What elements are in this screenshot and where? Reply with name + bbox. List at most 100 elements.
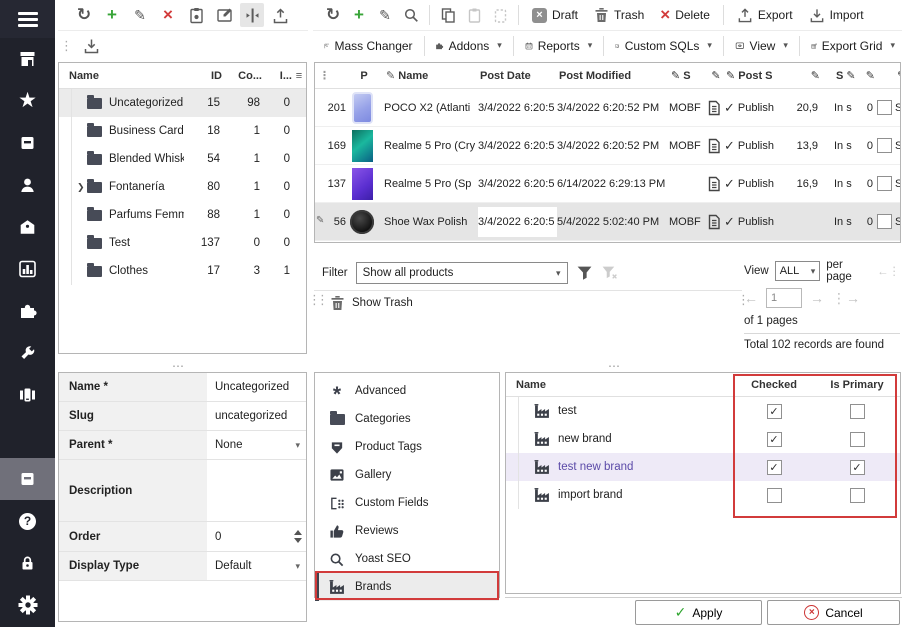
parent-select[interactable]: None▾ <box>207 431 306 459</box>
col-sh[interactable]: ✎ <box>897 69 900 82</box>
sidebar-item-favorites[interactable]: ★ <box>0 80 55 122</box>
clipboard-preview-button[interactable] <box>184 3 208 27</box>
brands-header[interactable]: Name Checked Is Primary <box>506 373 900 397</box>
tab-gallery[interactable]: Gallery <box>315 461 499 489</box>
primary-checkbox[interactable] <box>850 404 865 419</box>
apply-filter-icon[interactable] <box>576 265 593 281</box>
sidebar-item-store[interactable] <box>0 38 55 80</box>
tab-product-tags[interactable]: Product Tags <box>315 433 499 461</box>
col-qty[interactable]: ✎ <box>862 69 875 82</box>
sidebar-item-customers[interactable] <box>0 164 55 206</box>
col-count[interactable]: Co... <box>222 70 262 82</box>
row-checkbox[interactable] <box>877 100 892 115</box>
category-row[interactable]: Uncategorized 15980 <box>59 89 306 117</box>
custom-sqls-dropdown[interactable]: Custom SQLs▾ <box>608 34 719 58</box>
splitter-handle[interactable]: ⋯ <box>172 359 185 373</box>
sidebar-item-coupons[interactable] <box>0 206 55 248</box>
add-product-button[interactable]: + <box>347 3 371 27</box>
next-page-icon[interactable]: → <box>810 290 824 306</box>
primary-checkbox[interactable]: ✓ <box>850 460 865 475</box>
expand-icon[interactable]: ❯ <box>77 182 87 193</box>
tab-reviews[interactable]: Reviews <box>315 517 499 545</box>
category-row[interactable]: Parfums Femme 8810 <box>59 201 306 229</box>
sort-icon[interactable]: ≡ <box>292 70 306 82</box>
product-row[interactable]: 201 POCO X2 (Atlanti 3/4/2022 6:20:5 3/4… <box>315 89 900 127</box>
name-field[interactable]: Uncategorized <box>207 373 306 401</box>
addons-dropdown[interactable]: Addons▾ <box>428 34 508 58</box>
category-row[interactable]: Business Cards 1810 <box>59 117 306 145</box>
reports-dropdown[interactable]: Reports▾ <box>518 34 600 58</box>
col-sku[interactable]: ✎ S <box>671 69 706 82</box>
row-checkbox[interactable] <box>877 214 892 229</box>
checked-checkbox[interactable]: ✓ <box>767 460 782 475</box>
brand-row-selected[interactable]: test new brand ✓ ✓ <box>506 453 900 481</box>
apply-button[interactable]: ✓ Apply <box>635 600 762 625</box>
export-button[interactable]: Export <box>730 3 800 27</box>
categories-header[interactable]: Name ID Co... I... ≡ <box>59 63 306 89</box>
split-view-button[interactable] <box>240 3 264 27</box>
tab-brands[interactable]: Brands <box>315 573 499 601</box>
refresh-button[interactable]: ↻ <box>72 3 96 27</box>
sidebar-item-addons[interactable] <box>0 290 55 332</box>
draft-button[interactable]: × Draft <box>525 3 585 27</box>
import-tray-button[interactable] <box>79 34 103 58</box>
slug-field[interactable]: uncategorized <box>207 402 306 430</box>
product-row-selected[interactable]: ✎ 56 Shoe Wax Polish 3/4/2022 6:20:5 5/4… <box>315 203 900 241</box>
search-button[interactable] <box>399 3 423 27</box>
edit-product-button[interactable]: ✎ <box>373 3 397 27</box>
prev-page-icon[interactable]: ← <box>744 290 758 306</box>
sidebar-item-tools[interactable] <box>0 332 55 374</box>
mass-changer-button[interactable]: * Mass Changer <box>317 34 420 58</box>
col-is-primary[interactable]: Is Primary <box>814 379 900 391</box>
sidebar-item-security[interactable] <box>0 542 55 584</box>
sidebar-item-devices[interactable] <box>0 374 55 416</box>
toolbar-drag-handle[interactable]: ⋮ <box>60 42 73 50</box>
add-category-button[interactable]: + <box>100 3 124 27</box>
sidebar-item-orders[interactable] <box>0 122 55 164</box>
sidebar-item-products[interactable] <box>0 458 55 500</box>
order-stepper[interactable]: 0 <box>207 522 306 551</box>
col-checked[interactable]: Checked <box>734 379 814 391</box>
category-row[interactable]: Clothes 1731 <box>59 257 306 285</box>
brand-row[interactable]: import brand <box>506 481 900 509</box>
paste-special-button[interactable] <box>488 3 512 27</box>
sidebar-item-reports[interactable] <box>0 248 55 290</box>
col-product-name[interactable]: ✎ Name <box>380 69 480 82</box>
col-post-date[interactable]: Post Date <box>480 70 559 82</box>
last-page-icon[interactable]: ⋮→ <box>832 290 860 307</box>
product-row[interactable]: 169 Realme 5 Pro (Cry 3/4/2022 6:20:5 3/… <box>315 127 900 165</box>
col-post-status[interactable]: ✎ Post S <box>726 69 790 82</box>
copy-button[interactable] <box>436 3 460 27</box>
description-field[interactable] <box>207 460 306 521</box>
show-trash-button[interactable]: Show Trash <box>330 295 413 311</box>
col-name[interactable]: Name <box>59 70 186 82</box>
col-content[interactable]: ✎ <box>706 69 726 82</box>
product-row[interactable]: 137 Realme 5 Pro (Sp 3/4/2022 6:20:5 6/1… <box>315 165 900 203</box>
col-stock[interactable]: S ✎ <box>836 69 862 82</box>
post-date-editing[interactable]: 3/4/2022 6:20:5 <box>478 207 557 237</box>
image-edit-button[interactable] <box>212 3 236 27</box>
col-brand-name[interactable]: Name <box>506 379 734 391</box>
category-row[interactable]: ❯ Fontanería 8010 <box>59 173 306 201</box>
per-page-select[interactable]: ALL ▾ <box>775 261 821 281</box>
col-id[interactable]: ID <box>186 70 222 82</box>
display-type-select[interactable]: Default▾ <box>207 552 306 580</box>
edit-category-button[interactable]: ✎ <box>128 3 152 27</box>
tab-advanced[interactable]: * Advanced <box>315 377 499 405</box>
row-checkbox[interactable] <box>877 176 892 191</box>
tab-custom-fields[interactable]: Custom Fields <box>315 489 499 517</box>
paste-button[interactable] <box>462 3 486 27</box>
sidebar-item-help[interactable]: ? <box>0 500 55 542</box>
export-tray-button[interactable] <box>268 3 292 27</box>
col-picture[interactable]: P <box>348 70 380 82</box>
sidebar-item-settings[interactable] <box>0 584 55 626</box>
trash-button[interactable]: Trash <box>587 3 651 27</box>
col-price[interactable]: ✎ <box>790 69 820 82</box>
menu-button[interactable] <box>0 0 55 38</box>
checked-checkbox[interactable]: ✓ <box>767 432 782 447</box>
cancel-button[interactable]: × Cancel <box>767 600 900 625</box>
view-dropdown[interactable]: View▾ <box>728 34 795 58</box>
col-post-modified[interactable]: Post Modified <box>559 70 671 82</box>
brand-row[interactable]: test ✓ <box>506 397 900 425</box>
splitter-handle[interactable]: ⋮ <box>316 296 329 304</box>
